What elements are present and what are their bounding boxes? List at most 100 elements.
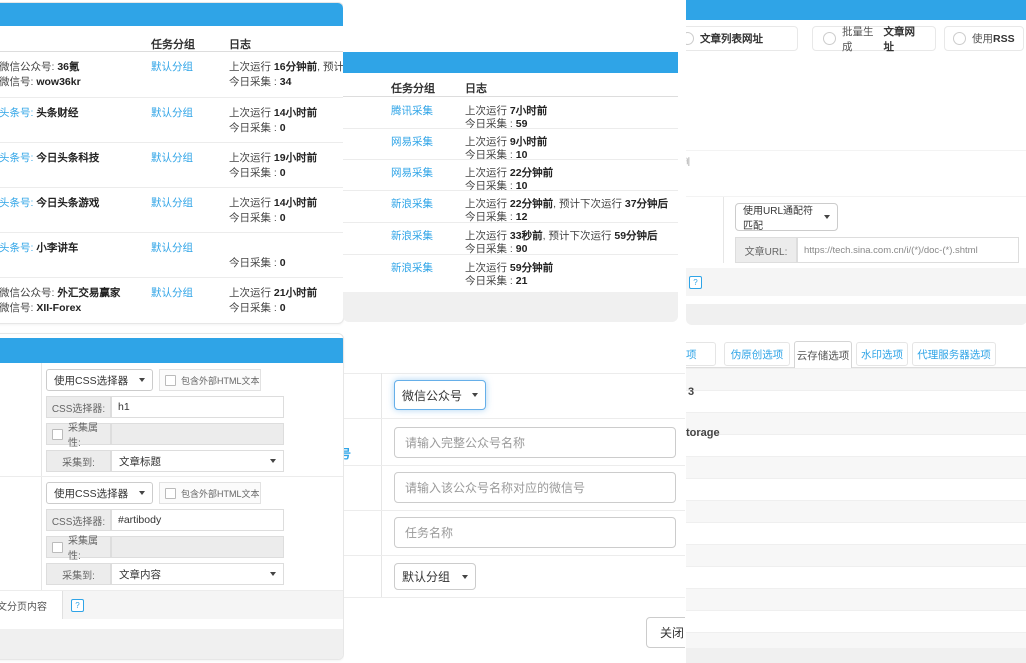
collect-attr-input[interactable]: [111, 536, 284, 558]
tab-pagination-content[interactable]: 文分页内容: [0, 591, 63, 619]
log-today-count: 今日采集 : 0: [229, 210, 286, 225]
task-group-link[interactable]: 新浪采集: [391, 196, 433, 211]
chevron-down-icon: [472, 393, 478, 397]
task-group-link[interactable]: 默认分组: [151, 240, 193, 255]
right-url-source-card: 文章列表网址 批量生成 文章网址 使用 RSS 例 使用URL通配符匹配 文章U…: [686, 0, 1026, 325]
collect-to-select[interactable]: 文章标题: [111, 450, 284, 472]
collect-to-value: 文章内容: [119, 567, 161, 582]
account-name[interactable]: 头条号: 今日头条科技: [0, 150, 99, 165]
log-last-run: 上次运行 14小时前: [229, 195, 317, 210]
checkbox-icon[interactable]: [165, 488, 176, 499]
include-outer-html-label: 包含外部HTML文本: [181, 487, 260, 500]
clipped-text-fragment: 号: [344, 445, 351, 461]
divider: [344, 418, 685, 419]
column-header-log: 日志: [229, 36, 251, 52]
tab-watermark[interactable]: 水印选项: [856, 342, 908, 366]
task-group-select[interactable]: 默认分组: [394, 563, 476, 590]
task-group-link[interactable]: 新浪采集: [391, 260, 433, 275]
tab-pseudo-original[interactable]: 伪原创选项: [724, 342, 790, 366]
collect-to-select[interactable]: 文章内容: [111, 563, 284, 585]
chevron-down-icon: [270, 459, 276, 463]
task-name-input[interactable]: [394, 517, 676, 548]
tab-label: 云存储选项: [797, 348, 850, 363]
radio-icon[interactable]: [953, 32, 966, 45]
collect-to-label: 采集到:: [46, 450, 111, 472]
option-label: 使用: [972, 31, 993, 46]
divider: [343, 96, 678, 97]
checkbox-icon[interactable]: [52, 429, 63, 440]
selector-mode-select[interactable]: 使用CSS选择器: [46, 369, 153, 391]
divider: [0, 187, 343, 188]
article-url-input[interactable]: https://tech.sina.com.cn/i/(*)/doc-(*).s…: [797, 237, 1019, 263]
account-name[interactable]: 头条号: 今日头条游戏: [0, 195, 99, 210]
source-batch-generate-option[interactable]: 批量生成 文章网址: [812, 26, 936, 51]
selector-mode-select[interactable]: 使用CSS选择器: [46, 482, 153, 504]
log-last-run: 上次运行 14小时前: [229, 105, 317, 120]
wechat-id: 微信号: XII-Forex: [0, 300, 81, 315]
tab-proxy-server[interactable]: 代理服务器选项: [912, 342, 996, 366]
divider: [0, 142, 343, 143]
task-group-link[interactable]: 默认分组: [151, 195, 193, 210]
radio-icon[interactable]: [686, 32, 694, 45]
divider: [344, 555, 685, 556]
wechat-id-input[interactable]: [394, 472, 676, 503]
column-header-task-group: 任务分组: [391, 80, 435, 96]
task-group-link[interactable]: 默认分组: [151, 150, 193, 165]
task-group-link[interactable]: 网易采集: [391, 165, 433, 180]
option-label: 文章列表网址: [700, 31, 763, 46]
collect-attr-option[interactable]: 采集属性:: [46, 536, 111, 558]
source-rss-option[interactable]: 使用 RSS: [944, 26, 1024, 51]
tab-label: 伪原创选项: [731, 347, 784, 362]
column-header-log: 日志: [465, 80, 487, 96]
task-group-link[interactable]: 默认分组: [151, 59, 193, 74]
list-row: [686, 566, 1026, 589]
checkbox-icon[interactable]: [165, 375, 176, 386]
source-article-list-option[interactable]: 文章列表网址: [686, 26, 798, 51]
divider: [381, 373, 382, 597]
account-name: 微信公众号: 外汇交易赢家: [0, 285, 120, 300]
account-name-input[interactable]: [394, 427, 676, 458]
close-button-label: 关闭: [660, 624, 684, 641]
divider: [343, 254, 678, 255]
checkbox-icon[interactable]: [52, 542, 63, 553]
help-icon[interactable]: ?: [689, 276, 702, 289]
include-outer-html-option[interactable]: 包含外部HTML文本: [159, 369, 261, 391]
css-selector-input[interactable]: h1: [111, 396, 284, 418]
help-icon[interactable]: ?: [71, 599, 84, 612]
divider: [343, 190, 678, 191]
css-selector-input[interactable]: #artibody: [111, 509, 284, 531]
account-name[interactable]: 头条号: 小李讲车: [0, 240, 78, 255]
task-group-link[interactable]: 腾讯采集: [391, 103, 433, 118]
footer-tab-strip: 文分页内容: [0, 591, 343, 619]
account-name[interactable]: 头条号: 头条财经: [0, 105, 78, 120]
list-row: [686, 412, 1026, 435]
column-header-task-group: 任务分组: [151, 36, 195, 52]
log-last-run: 上次运行 19小时前: [229, 150, 317, 165]
task-group-link[interactable]: 网易采集: [391, 134, 433, 149]
url-match-mode-select[interactable]: 使用URL通配符匹配: [735, 203, 838, 231]
tab-cloud-storage[interactable]: 云存储选项: [794, 341, 852, 368]
task-group-link[interactable]: 默认分组: [151, 105, 193, 120]
collect-attr-option[interactable]: 采集属性:: [46, 423, 111, 445]
log-today-count: 今日采集 : 21: [465, 273, 527, 288]
account-type-value: 微信公众号: [402, 387, 462, 404]
card-footer: [0, 629, 343, 659]
include-outer-html-option[interactable]: 包含外部HTML文本: [159, 482, 261, 504]
divider: [0, 277, 343, 278]
log-today-count: 今日采集 : 0: [229, 255, 286, 270]
tab-label: 选项: [686, 347, 697, 362]
list-row: [686, 434, 1026, 457]
task-group-link[interactable]: 默认分组: [151, 285, 193, 300]
collect-attr-input[interactable]: [111, 423, 284, 445]
task-group-link[interactable]: 新浪采集: [391, 228, 433, 243]
divider: [686, 367, 1026, 368]
close-button[interactable]: 关闭: [646, 617, 685, 648]
selector-mode-value: 使用CSS选择器: [54, 486, 128, 501]
tab-label: 文分页内容: [0, 598, 47, 613]
card-footer: [686, 648, 1026, 663]
radio-icon[interactable]: [823, 32, 836, 45]
divider: [344, 465, 685, 466]
tab-clipped-option[interactable]: 选项: [686, 342, 716, 366]
account-type-select[interactable]: 微信公众号: [394, 380, 486, 410]
option-label-bold: 文章网址: [884, 24, 926, 54]
